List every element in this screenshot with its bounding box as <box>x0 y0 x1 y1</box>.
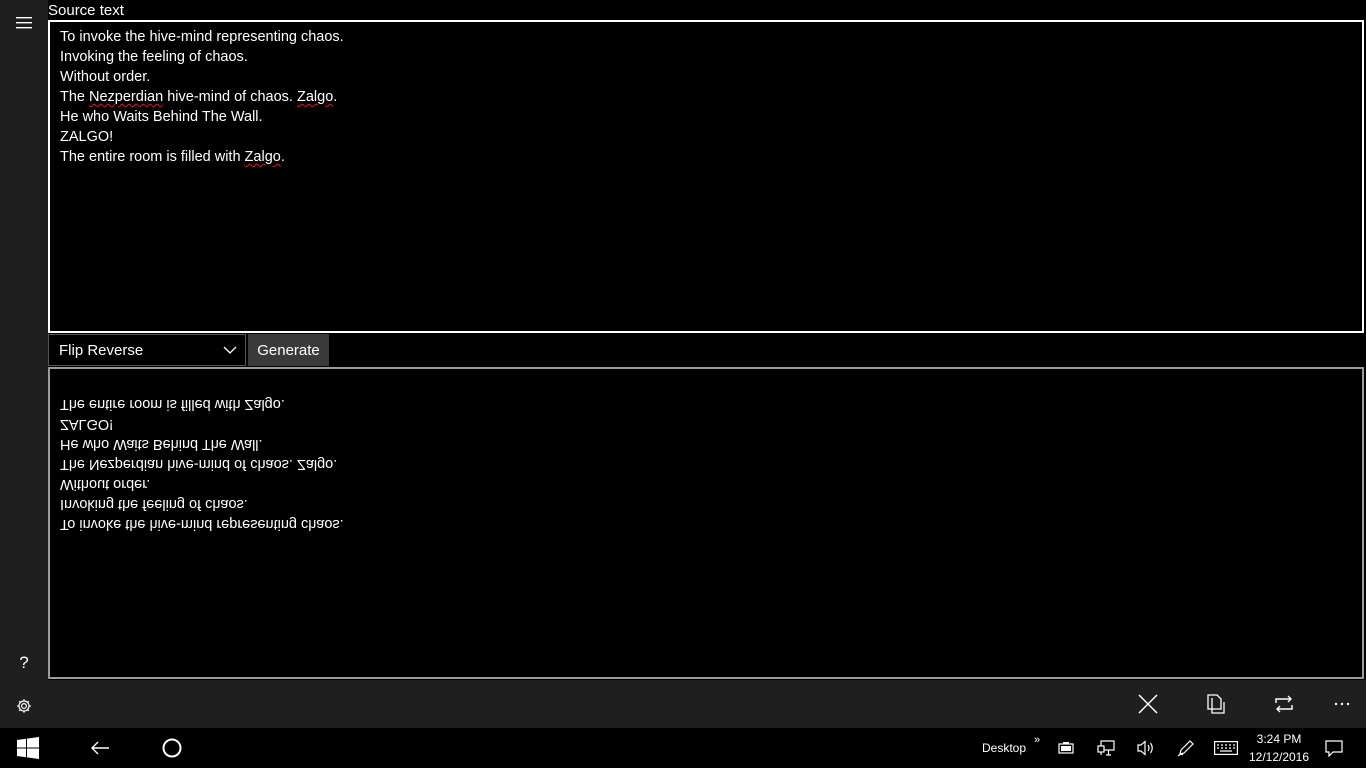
taskbar-clock[interactable]: 3:24 PM 12/12/2016 <box>1246 730 1312 766</box>
pen-icon <box>1177 740 1194 757</box>
copy-button[interactable] <box>1192 680 1240 728</box>
start-button[interactable] <box>8 728 48 768</box>
source-text-span: Invoking the feeling of chaos. <box>60 49 248 65</box>
desktop-toolbar[interactable]: Desktop <box>976 728 1032 768</box>
output-line: The Nezperdian hive-mind of chaos. Zalgo… <box>60 456 338 472</box>
output-line: ZALGO! <box>60 416 114 432</box>
source-text-span: The <box>60 89 90 105</box>
action-center-button[interactable] <box>1322 728 1346 768</box>
generate-button[interactable]: Generate <box>248 334 329 366</box>
hamburger-menu-icon <box>16 17 32 29</box>
output-line: The entire room is filled with Zalgo. <box>60 396 285 412</box>
settings-button[interactable] <box>0 684 48 728</box>
misspelled-word: Zalgo <box>244 149 281 165</box>
misspelled-word: Zalgo <box>296 89 334 105</box>
hamburger-menu-button[interactable] <box>0 1 48 45</box>
mode-dropdown-value: Flip Reverse <box>59 341 144 359</box>
cortana-circle-icon <box>162 738 182 758</box>
source-text-span: . <box>333 89 338 105</box>
clear-button[interactable] <box>1124 680 1172 728</box>
chevron-down-icon <box>223 346 237 354</box>
source-text-span: Without order. <box>60 69 151 85</box>
back-arrow-icon <box>91 741 109 755</box>
back-button[interactable] <box>80 728 120 768</box>
source-line: The entire room is filled with Zalgo. <box>60 147 344 167</box>
navigation-rail: ? <box>0 0 48 728</box>
volume-icon <box>1137 740 1153 756</box>
repeat-icon <box>1275 695 1293 713</box>
clock-time: 3:24 PM <box>1256 732 1302 746</box>
output-text-content: The entire room is filled with Zalgo. ZAL… <box>60 394 344 534</box>
output-line: Without order. <box>60 476 151 492</box>
taskbar: Desktop » 3:24 PM 12/12/2016 <box>0 728 1366 768</box>
more-options-button[interactable] <box>1318 680 1366 728</box>
more-icon <box>1334 702 1350 706</box>
source-text-span: To invoke the hive-mind representing cha… <box>60 29 344 45</box>
source-line: Without order. <box>60 67 344 87</box>
source-text-content: To invoke the hive-mind representing cha… <box>60 27 344 167</box>
source-text-span: . <box>280 149 285 165</box>
windows-logo-icon <box>17 737 39 759</box>
repeat-button[interactable] <box>1260 680 1308 728</box>
cortana-button[interactable] <box>152 728 192 768</box>
source-line: ZALGO! <box>60 127 344 147</box>
copy-icon <box>1207 694 1225 714</box>
source-text-span: He who Waits Behind The Wall. <box>60 109 263 125</box>
keyboard-icon <box>1214 741 1238 755</box>
help-icon: ? <box>19 653 29 672</box>
settings-gear-icon <box>17 699 31 713</box>
network-icon <box>1097 740 1115 756</box>
desktop-label: Desktop <box>981 741 1027 755</box>
source-line: To invoke the hive-mind representing cha… <box>60 27 344 47</box>
source-line: He who Waits Behind The Wall. <box>60 107 344 127</box>
tray-volume[interactable] <box>1134 728 1158 768</box>
misspelled-word: Nezperdian <box>89 89 164 105</box>
source-text-span: hive-mind of chaos. <box>163 89 297 105</box>
mode-dropdown[interactable]: Flip Reverse <box>48 334 246 366</box>
battery-icon <box>1058 742 1074 754</box>
source-text-span: The entire room is filled with <box>60 149 245 165</box>
source-line: The Nezperdian hive-mind of chaos. Zalgo… <box>60 87 344 107</box>
tray-keyboard[interactable] <box>1212 728 1240 768</box>
output-line: To invoke the hive-mind representing cha… <box>60 516 344 532</box>
tray-battery[interactable] <box>1054 728 1078 768</box>
output-line: He who Waits Behind The Wall. <box>60 436 263 452</box>
source-text-input[interactable]: To invoke the hive-mind representing cha… <box>48 20 1364 333</box>
desktop-chevron-icon[interactable]: » <box>1030 720 1044 760</box>
source-line: Invoking the feeling of chaos. <box>60 47 344 67</box>
output-line: Invoking the feeling of chaos. <box>60 496 248 512</box>
source-text-label: Source text <box>48 2 124 19</box>
source-text-span: ZALGO! <box>60 129 114 145</box>
clock-date: 12/12/2016 <box>1248 750 1310 764</box>
notification-icon <box>1325 739 1343 757</box>
command-bar <box>48 680 1366 728</box>
help-button[interactable]: ? <box>0 641 48 685</box>
output-text-area[interactable]: The entire room is filled with Zalgo. ZAL… <box>48 367 1364 679</box>
close-icon <box>1138 694 1158 714</box>
tray-network[interactable] <box>1094 728 1118 768</box>
tray-pen[interactable] <box>1174 728 1198 768</box>
